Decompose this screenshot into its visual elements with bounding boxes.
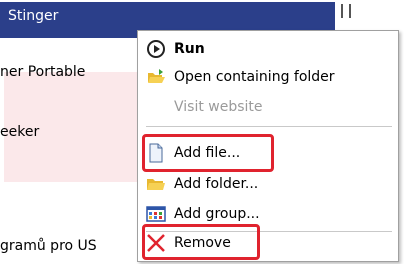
menu-item-visit-website[interactable]: Visit website: [146, 93, 392, 121]
folder-open-icon: [146, 67, 166, 87]
menu-item-add-group-label: Add group...: [174, 206, 260, 222]
group-icon: [146, 204, 166, 224]
menu-item-add-folder[interactable]: Add folder...: [146, 170, 392, 198]
scrollbar-grip[interactable]: [341, 4, 351, 18]
menu-item-add-folder-label: Add folder...: [174, 176, 259, 192]
empty-icon-slot: [146, 97, 166, 117]
menu-item-open-containing-folder[interactable]: Open containing folder: [146, 63, 392, 91]
highlight-box-add-file: [142, 134, 274, 172]
list-item-2[interactable]: eeker: [0, 124, 39, 140]
list-item-1[interactable]: ner Portable: [0, 64, 85, 80]
selected-row-label: Stinger: [8, 8, 59, 24]
list-item-3[interactable]: gramů pro US: [0, 238, 97, 254]
folder-icon: [146, 174, 166, 194]
run-icon: [146, 39, 166, 59]
menu-item-run[interactable]: Run: [146, 35, 392, 63]
highlight-box-remove: [142, 224, 260, 260]
menu-item-open-folder-label: Open containing folder: [174, 69, 335, 85]
menu-item-run-label: Run: [174, 41, 205, 57]
context-menu: Run Open containing folder Visit website…: [137, 30, 399, 262]
menu-item-visit-website-label: Visit website: [174, 99, 263, 115]
menu-separator: [146, 126, 392, 127]
